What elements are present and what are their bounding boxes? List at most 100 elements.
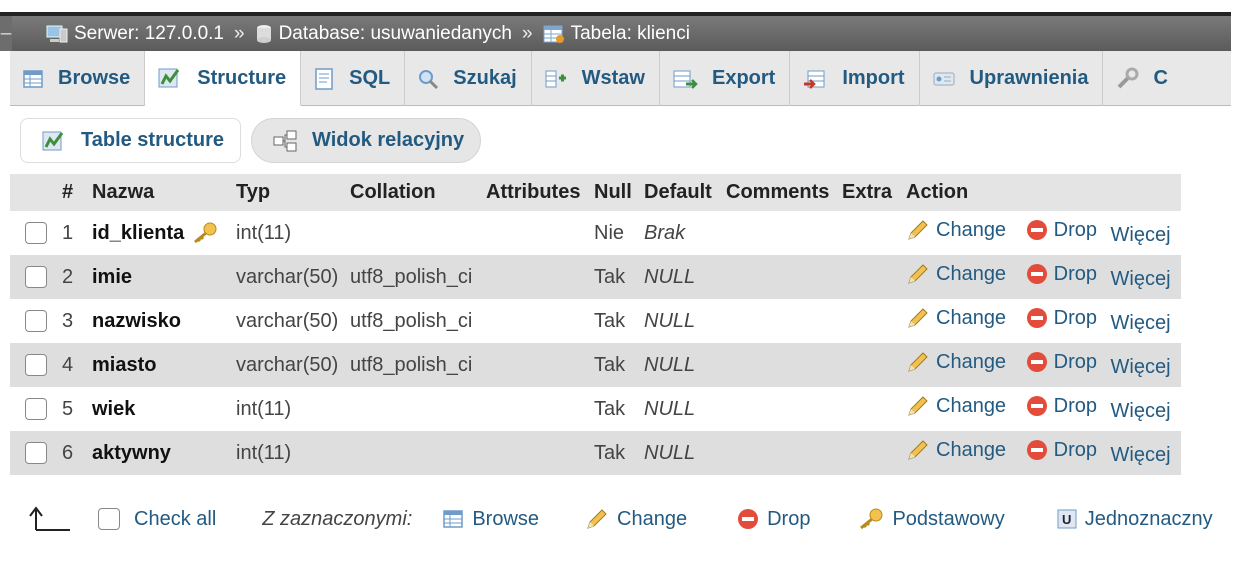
change-link[interactable]: Change: [906, 219, 1006, 242]
tab-label: SQL: [349, 67, 391, 89]
table-row: 3 nazwisko varchar(50) utf8_polish_ci Ta…: [10, 299, 1181, 343]
breadcrumb-database[interactable]: Database: usuwaniedanych: [255, 23, 512, 45]
sql-icon: [315, 67, 333, 90]
drop-link[interactable]: Drop: [1026, 219, 1097, 242]
change-label: Change: [936, 350, 1007, 373]
breadcrumb: – Serwer: 127.0.0.1 » Database: usuwanie…: [0, 12, 1231, 51]
breadcrumb-server-label: Serwer: 127.0.0.1: [74, 22, 224, 44]
tab-search[interactable]: Szukaj: [405, 51, 532, 106]
pencil-icon: [908, 352, 928, 373]
header-name: Nazwa: [88, 174, 232, 211]
check-all-checkbox[interactable]: [98, 508, 120, 530]
drop-label: Drop: [1053, 262, 1097, 285]
bulk-change-button[interactable]: Change: [585, 508, 687, 531]
bulk-browse-button[interactable]: Browse: [442, 508, 539, 531]
drop-link[interactable]: Drop: [1026, 263, 1097, 286]
more-link[interactable]: Więcej: [1111, 400, 1171, 423]
column-attributes: [482, 431, 590, 475]
drop-label: Drop: [1053, 218, 1097, 241]
change-link[interactable]: Change: [906, 263, 1006, 286]
column-type: varchar(50): [232, 255, 346, 299]
tab-label: Uprawnienia: [969, 67, 1089, 89]
row-checkbox[interactable]: [25, 266, 47, 289]
column-comments: [722, 299, 838, 343]
drop-link[interactable]: Drop: [1026, 395, 1097, 418]
sub-tabs: Table structure Widok relacyjny: [20, 118, 482, 163]
top-area: – Serwer: 127.0.0.1 » Database: usuwanie…: [0, 0, 1231, 51]
drop-icon: [738, 509, 759, 529]
bulk-actions: Check all Z zaznaczonymi: Browse Change …: [26, 500, 1213, 538]
tab-operations[interactable]: C: [1103, 51, 1181, 106]
column-null: Tak: [590, 299, 640, 343]
column-name: nazwisko: [92, 309, 181, 332]
bulk-primary-button[interactable]: Podstawowy: [858, 508, 1005, 531]
bulk-drop-button[interactable]: Drop: [737, 508, 810, 531]
column-default: NULL: [640, 431, 722, 475]
database-icon: [256, 24, 271, 43]
wrench-icon: [1118, 67, 1139, 88]
bulk-change-label: Change: [617, 507, 688, 530]
change-label: Change: [936, 306, 1007, 329]
row-checkbox[interactable]: [25, 310, 47, 333]
drop-link[interactable]: Drop: [1026, 351, 1097, 374]
tab-export[interactable]: Export: [660, 51, 791, 106]
change-link[interactable]: Change: [906, 307, 1006, 330]
check-all-link[interactable]: Check all: [134, 508, 216, 531]
subtab-table-structure[interactable]: Table structure: [20, 118, 241, 163]
more-link[interactable]: Więcej: [1111, 268, 1171, 291]
drop-link[interactable]: Drop: [1026, 307, 1097, 330]
more-label: Więcej: [1110, 312, 1171, 335]
more-link[interactable]: Więcej: [1111, 224, 1171, 247]
change-link[interactable]: Change: [906, 439, 1006, 462]
main-tabs: Browse Structure SQL Szukaj Wstaw Export…: [10, 51, 1231, 106]
bulk-drop-label: Drop: [767, 507, 811, 530]
change-label: Change: [936, 218, 1007, 241]
bulk-browse-label: Browse: [472, 507, 540, 530]
column-attributes: [482, 387, 590, 431]
drop-label: Drop: [1053, 438, 1097, 461]
column-comments: [722, 431, 838, 475]
column-name: wiek: [92, 397, 136, 420]
more-link[interactable]: Więcej: [1111, 444, 1171, 467]
change-link[interactable]: Change: [906, 351, 1006, 374]
column-collation: utf8_polish_ci: [346, 343, 482, 387]
drop-label: Drop: [1053, 306, 1097, 329]
subtab-relation-view[interactable]: Widok relacyjny: [251, 118, 482, 163]
row-number: 4: [58, 343, 88, 387]
table-row: 4 miasto varchar(50) utf8_polish_ci Tak …: [10, 343, 1181, 387]
pencil-icon: [908, 396, 928, 417]
column-null: Nie: [590, 211, 640, 255]
drop-link[interactable]: Drop: [1026, 439, 1097, 462]
tab-browse[interactable]: Browse: [10, 51, 146, 106]
tab-insert[interactable]: Wstaw: [532, 51, 660, 106]
tab-label: Szukaj: [453, 67, 517, 89]
column-comments: [722, 211, 838, 255]
collapse-handle[interactable]: –: [0, 16, 12, 51]
column-null: Tak: [590, 431, 640, 475]
more-link[interactable]: Więcej: [1111, 312, 1171, 335]
column-extra: [838, 431, 902, 475]
tab-privileges[interactable]: Uprawnienia: [920, 51, 1104, 106]
row-checkbox[interactable]: [25, 354, 47, 377]
breadcrumb-separator: »: [233, 22, 245, 44]
header-extra: Extra: [838, 174, 902, 211]
more-link[interactable]: Więcej: [1111, 356, 1171, 379]
tab-import[interactable]: Import: [790, 51, 920, 106]
breadcrumb-table[interactable]: Tabela: klienci: [543, 23, 690, 45]
row-checkbox[interactable]: [25, 222, 47, 245]
bulk-unique-button[interactable]: U Jednoznaczny: [1057, 508, 1213, 531]
row-checkbox[interactable]: [25, 442, 47, 465]
row-number: 5: [58, 387, 88, 431]
tab-sql[interactable]: SQL: [301, 51, 406, 106]
column-type: varchar(50): [232, 299, 346, 343]
change-link[interactable]: Change: [906, 395, 1006, 418]
column-collation: utf8_polish_ci: [346, 255, 482, 299]
breadcrumb-server[interactable]: Serwer: 127.0.0.1: [46, 23, 224, 45]
table-row: 2 imie varchar(50) utf8_polish_ci Tak NU…: [10, 255, 1181, 299]
column-default: NULL: [640, 255, 722, 299]
tab-structure[interactable]: Structure: [145, 51, 302, 106]
row-checkbox[interactable]: [25, 398, 47, 421]
drop-icon: [1026, 352, 1047, 373]
drop-icon: [1026, 440, 1047, 461]
table-row: 6 aktywny int(11) Tak NULL Change Drop W…: [10, 431, 1181, 475]
